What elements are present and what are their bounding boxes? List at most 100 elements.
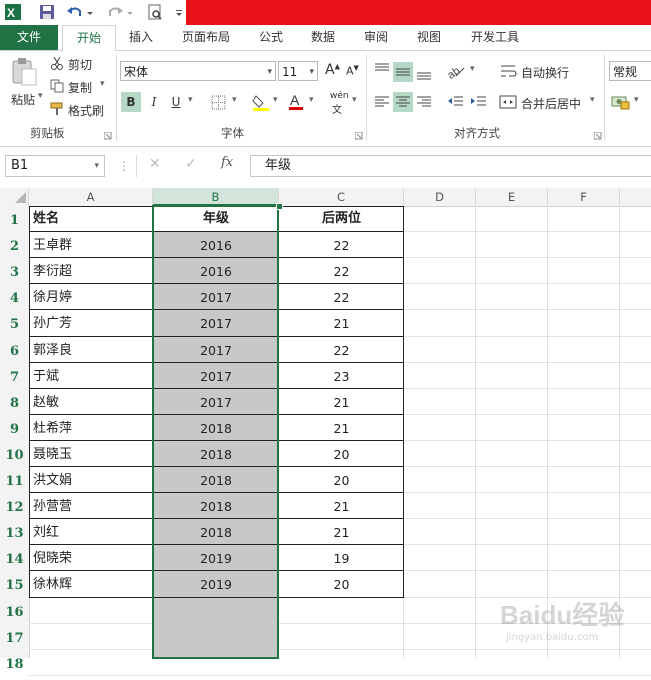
customize-quick-access-icon[interactable]: [174, 3, 184, 21]
name-cell[interactable]: 孙广芳: [29, 310, 153, 336]
underline-dropdown-icon[interactable]: ▾: [188, 95, 193, 105]
row-header-2[interactable]: 2: [0, 232, 29, 258]
increase-indent-icon[interactable]: [469, 94, 487, 110]
phonetic-guide-button[interactable]: wén: [330, 91, 349, 101]
fill-color-icon[interactable]: [252, 93, 270, 111]
header-cell[interactable]: 后两位: [279, 206, 404, 232]
copy-button[interactable]: 复制: [68, 79, 92, 96]
row-header-16[interactable]: 16: [0, 598, 29, 624]
row-header-5[interactable]: 5: [0, 310, 29, 336]
format-painter-icon[interactable]: [50, 102, 64, 116]
currency-format-icon[interactable]: [611, 93, 631, 111]
suffix-cell[interactable]: 22: [279, 284, 404, 310]
row-header-15[interactable]: 15: [0, 571, 29, 597]
tab-page-layout[interactable]: 页面布局: [172, 25, 240, 50]
font-size-dropdown-icon[interactable]: ▾: [309, 62, 314, 82]
font-color-dropdown-icon[interactable]: ▾: [309, 95, 314, 105]
clipboard-launcher-icon[interactable]: [103, 129, 112, 140]
name-cell[interactable]: 郭泽良: [29, 337, 153, 363]
grade-cell[interactable]: 2019: [153, 545, 279, 571]
grade-cell[interactable]: 2017: [153, 389, 279, 415]
tab-home[interactable]: 开始: [62, 25, 116, 52]
tab-developer[interactable]: 开发工具: [462, 25, 528, 50]
grade-cell[interactable]: 2017: [153, 310, 279, 336]
decrease-indent-icon[interactable]: [446, 94, 464, 110]
grade-cell[interactable]: 2017: [153, 363, 279, 389]
redo-icon[interactable]: [106, 3, 124, 21]
paste-dropdown-icon[interactable]: ▾: [38, 91, 43, 101]
name-cell[interactable]: 赵敏: [29, 389, 153, 415]
row-header-13[interactable]: 13: [0, 519, 29, 545]
tab-data[interactable]: 数据: [302, 25, 344, 50]
font-size-combo[interactable]: 11 ▾: [278, 61, 318, 81]
fill-handle[interactable]: [276, 203, 283, 210]
suffix-cell[interactable]: 22: [279, 337, 404, 363]
name-cell[interactable]: 刘红: [29, 519, 153, 545]
worksheet-grid[interactable]: 姓名 年级 后两位 王卓群 2016 22 李衍超 2016 22 徐月婷 2017 22 孙广芳 201…: [29, 203, 651, 676]
suffix-cell[interactable]: 21: [279, 415, 404, 441]
name-cell[interactable]: 洪文娟: [29, 467, 153, 493]
row-header-4[interactable]: 4: [0, 284, 29, 310]
align-bottom-icon[interactable]: [415, 62, 433, 82]
wrap-text-icon[interactable]: [499, 63, 517, 79]
suffix-cell[interactable]: 22: [279, 258, 404, 284]
paste-button[interactable]: 粘贴: [11, 91, 35, 108]
decrease-font-icon[interactable]: A▼: [346, 64, 359, 78]
column-header-b[interactable]: B: [153, 188, 279, 206]
font-name-combo[interactable]: 宋体 ▾: [120, 61, 276, 81]
suffix-cell[interactable]: 20: [279, 441, 404, 467]
name-cell[interactable]: 于斌: [29, 363, 153, 389]
font-launcher-icon[interactable]: [354, 129, 363, 140]
suffix-cell[interactable]: 21: [279, 519, 404, 545]
grade-cell[interactable]: 2018: [153, 441, 279, 467]
currency-dropdown-icon[interactable]: ▾: [634, 95, 639, 105]
copy-icon[interactable]: [50, 79, 64, 93]
row-header-14[interactable]: 14: [0, 545, 29, 571]
column-header-d[interactable]: D: [404, 188, 476, 206]
grade-cell[interactable]: 2016: [153, 232, 279, 258]
bold-button[interactable]: B: [121, 92, 141, 112]
row-header-18[interactable]: 18: [0, 650, 29, 676]
suffix-cell[interactable]: 21: [279, 493, 404, 519]
format-painter-button[interactable]: 格式刷: [68, 102, 104, 119]
tab-view[interactable]: 视图: [408, 25, 450, 50]
paste-icon[interactable]: [10, 57, 38, 87]
merge-center-icon[interactable]: [499, 94, 517, 110]
name-box-dropdown-icon[interactable]: ▾: [94, 156, 99, 176]
name-cell[interactable]: 杜希萍: [29, 415, 153, 441]
name-cell[interactable]: 李衍超: [29, 258, 153, 284]
orientation-dropdown-icon[interactable]: ▾: [470, 64, 475, 74]
cut-button[interactable]: 剪切: [68, 56, 92, 73]
align-top-icon[interactable]: [373, 62, 391, 78]
redo-dropdown-icon[interactable]: [126, 3, 134, 21]
row-header-6[interactable]: 6: [0, 337, 29, 363]
name-cell[interactable]: 王卓群: [29, 232, 153, 258]
row-header-8[interactable]: 8: [0, 389, 29, 415]
column-header-f[interactable]: F: [548, 188, 620, 206]
tab-file[interactable]: 文件: [0, 25, 58, 50]
row-header-12[interactable]: 12: [0, 493, 29, 519]
header-cell[interactable]: 年级: [153, 206, 279, 232]
number-format-combo[interactable]: 常规: [609, 61, 651, 81]
copy-dropdown-icon[interactable]: ▾: [100, 79, 105, 89]
name-cell[interactable]: 徐月婷: [29, 284, 153, 310]
grade-cell[interactable]: 2018: [153, 493, 279, 519]
select-all-button[interactable]: [0, 188, 29, 206]
align-center-icon[interactable]: [393, 92, 413, 112]
undo-icon[interactable]: [66, 3, 84, 21]
row-header-17[interactable]: 17: [0, 624, 29, 650]
wrap-text-button[interactable]: 自动换行: [521, 64, 569, 81]
name-cell[interactable]: 孙营营: [29, 493, 153, 519]
name-cell[interactable]: 徐林辉: [29, 571, 153, 597]
suffix-cell[interactable]: 21: [279, 310, 404, 336]
suffix-cell[interactable]: 20: [279, 571, 404, 597]
formula-input[interactable]: 年级: [250, 155, 651, 177]
font-name-dropdown-icon[interactable]: ▾: [267, 62, 272, 82]
column-header-e[interactable]: E: [476, 188, 548, 206]
row-header-1[interactable]: 1: [0, 206, 29, 232]
fill-color-dropdown-icon[interactable]: ▾: [273, 95, 278, 105]
row-header-9[interactable]: 9: [0, 415, 29, 441]
tab-formulas[interactable]: 公式: [250, 25, 292, 50]
underline-button[interactable]: U: [168, 92, 184, 112]
column-header-c[interactable]: C: [279, 188, 404, 206]
